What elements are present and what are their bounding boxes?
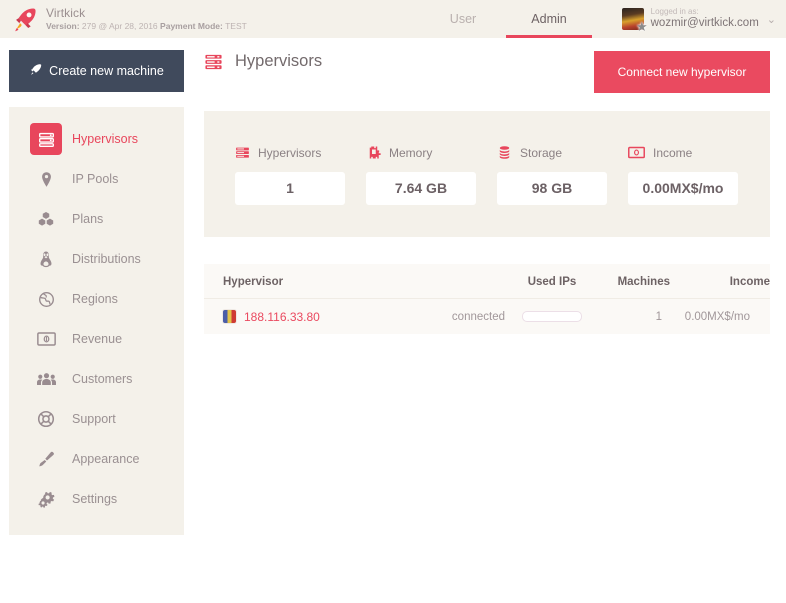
col-header-hypervisor: Hypervisor bbox=[204, 264, 386, 299]
sidebar-item-appearance[interactable]: Appearance bbox=[9, 439, 184, 479]
stat-label: Storage bbox=[520, 146, 562, 160]
stat-hypervisors: Hypervisors 1 bbox=[235, 144, 366, 205]
sidebar-item-distributions[interactable]: Distributions bbox=[9, 239, 184, 279]
stat-value: 7.64 GB bbox=[366, 172, 476, 205]
chevron-down-icon[interactable]: ⌄ bbox=[767, 13, 776, 26]
brand[interactable]: Virtkick Version: 279 @ Apr 28, 2016 Pay… bbox=[0, 6, 420, 32]
life-ring-icon bbox=[30, 410, 62, 428]
stat-value: 1 bbox=[235, 172, 345, 205]
stat-label: Memory bbox=[389, 146, 432, 160]
sidebar-label: Hypervisors bbox=[72, 132, 138, 146]
hypervisors-table: Hypervisor Used IPs Machines Income 188.… bbox=[204, 264, 770, 335]
col-header-machines: Machines bbox=[598, 264, 670, 299]
connect-new-hypervisor-button[interactable]: Connect new hypervisor bbox=[594, 51, 770, 93]
sidebar-item-ip-pools[interactable]: IP Pools bbox=[9, 159, 184, 199]
money-bill-icon bbox=[628, 146, 645, 159]
sidebar-label: Settings bbox=[72, 492, 117, 506]
stat-label: Income bbox=[653, 146, 692, 160]
hypervisor-link[interactable]: 188.116.33.80 bbox=[244, 310, 320, 324]
tab-user[interactable]: User bbox=[420, 0, 506, 38]
users-icon bbox=[30, 371, 62, 387]
star-icon: ★ bbox=[636, 20, 648, 33]
sidebar-label: Distributions bbox=[72, 252, 141, 266]
sidebar-label: IP Pools bbox=[72, 172, 118, 186]
map-pin-icon bbox=[30, 171, 62, 188]
user-email: wozmir@virtkick.com bbox=[651, 17, 759, 30]
table-header-row: Hypervisor Used IPs Machines Income bbox=[204, 264, 770, 299]
brand-meta: Version: 279 @ Apr 28, 2016 Payment Mode… bbox=[46, 22, 247, 31]
create-new-machine-label: Create new machine bbox=[49, 64, 164, 78]
server-icon bbox=[235, 145, 250, 160]
stat-label: Hypervisors bbox=[258, 146, 321, 160]
nav-tabs: User Admin bbox=[420, 0, 592, 38]
sidebar-item-customers[interactable]: Customers bbox=[9, 359, 184, 399]
penguin-icon bbox=[30, 250, 62, 268]
stat-value: 98 GB bbox=[497, 172, 607, 205]
rocket-icon bbox=[12, 6, 38, 32]
server-icon bbox=[30, 123, 62, 155]
version-label: Version: bbox=[46, 21, 80, 31]
cubes-icon bbox=[30, 210, 62, 228]
sidebar-label: Revenue bbox=[72, 332, 122, 346]
table-row[interactable]: 188.116.33.80 connected 1 0.00MX$/mo bbox=[204, 299, 770, 335]
sidebar-label: Appearance bbox=[72, 452, 139, 466]
avatar: ★ bbox=[622, 8, 644, 30]
cell-hypervisor: 188.116.33.80 bbox=[204, 299, 386, 335]
money-bill-icon bbox=[30, 332, 62, 346]
rocket-icon bbox=[29, 63, 42, 79]
sidebar-item-plans[interactable]: Plans bbox=[9, 199, 184, 239]
app-root: Virtkick Version: 279 @ Apr 28, 2016 Pay… bbox=[0, 0, 786, 603]
sidebar-label: Support bbox=[72, 412, 116, 426]
user-menu[interactable]: ★ Logged in as: wozmir@virtkick.com ⌄ bbox=[622, 0, 776, 38]
brand-name: Virtkick bbox=[46, 7, 247, 20]
sidebar-item-regions[interactable]: Regions bbox=[9, 279, 184, 319]
flag-icon bbox=[223, 310, 236, 323]
top-bar: Virtkick Version: 279 @ Apr 28, 2016 Pay… bbox=[0, 0, 786, 38]
sidebar-label: Customers bbox=[72, 372, 132, 386]
logged-in-label: Logged in as: bbox=[651, 7, 759, 16]
page-title: Hypervisors bbox=[235, 52, 322, 71]
stat-income: Income 0.00MX$/mo bbox=[628, 144, 759, 205]
stat-storage: Storage 98 GB bbox=[497, 144, 628, 205]
cell-status: connected bbox=[386, 299, 506, 335]
sidebar-item-revenue[interactable]: Revenue bbox=[9, 319, 184, 359]
sidebar-item-settings[interactable]: Settings bbox=[9, 479, 184, 519]
database-icon bbox=[497, 145, 512, 160]
hypervisors-table-card: Hypervisor Used IPs Machines Income 188.… bbox=[204, 264, 770, 334]
stat-memory: Memory 7.64 GB bbox=[366, 144, 497, 205]
cell-income: 0.00MX$/mo bbox=[670, 299, 770, 335]
sidebar-item-hypervisors[interactable]: Hypervisors bbox=[9, 119, 184, 159]
sidebar: Hypervisors IP Pools Plans bbox=[9, 107, 184, 535]
sidebar-item-support[interactable]: Support bbox=[9, 399, 184, 439]
sidebar-label: Plans bbox=[72, 212, 103, 226]
page-header: Hypervisors bbox=[204, 52, 322, 71]
cell-machines: 1 bbox=[598, 299, 670, 335]
payment-mode-value: TEST bbox=[225, 21, 247, 31]
paintbrush-icon bbox=[30, 450, 62, 468]
col-header-spacer bbox=[386, 264, 506, 299]
payment-mode-label: Payment Mode: bbox=[160, 21, 223, 31]
stat-value: 0.00MX$/mo bbox=[628, 172, 738, 205]
memory-icon bbox=[366, 145, 381, 160]
used-ips-progress-bar bbox=[522, 311, 582, 322]
server-icon bbox=[204, 52, 223, 71]
create-new-machine-button[interactable]: Create new machine bbox=[9, 50, 184, 92]
cell-used-ips bbox=[506, 299, 598, 335]
version-value: 279 @ Apr 28, 2016 bbox=[82, 21, 158, 31]
sidebar-label: Regions bbox=[72, 292, 118, 306]
gears-icon bbox=[30, 490, 62, 508]
col-header-income: Income bbox=[670, 264, 770, 299]
col-header-used-ips: Used IPs bbox=[506, 264, 598, 299]
globe-icon bbox=[30, 291, 62, 308]
stats-panel: Hypervisors 1 Memory 7.64 GB bbox=[204, 111, 770, 237]
tab-admin[interactable]: Admin bbox=[506, 0, 592, 38]
